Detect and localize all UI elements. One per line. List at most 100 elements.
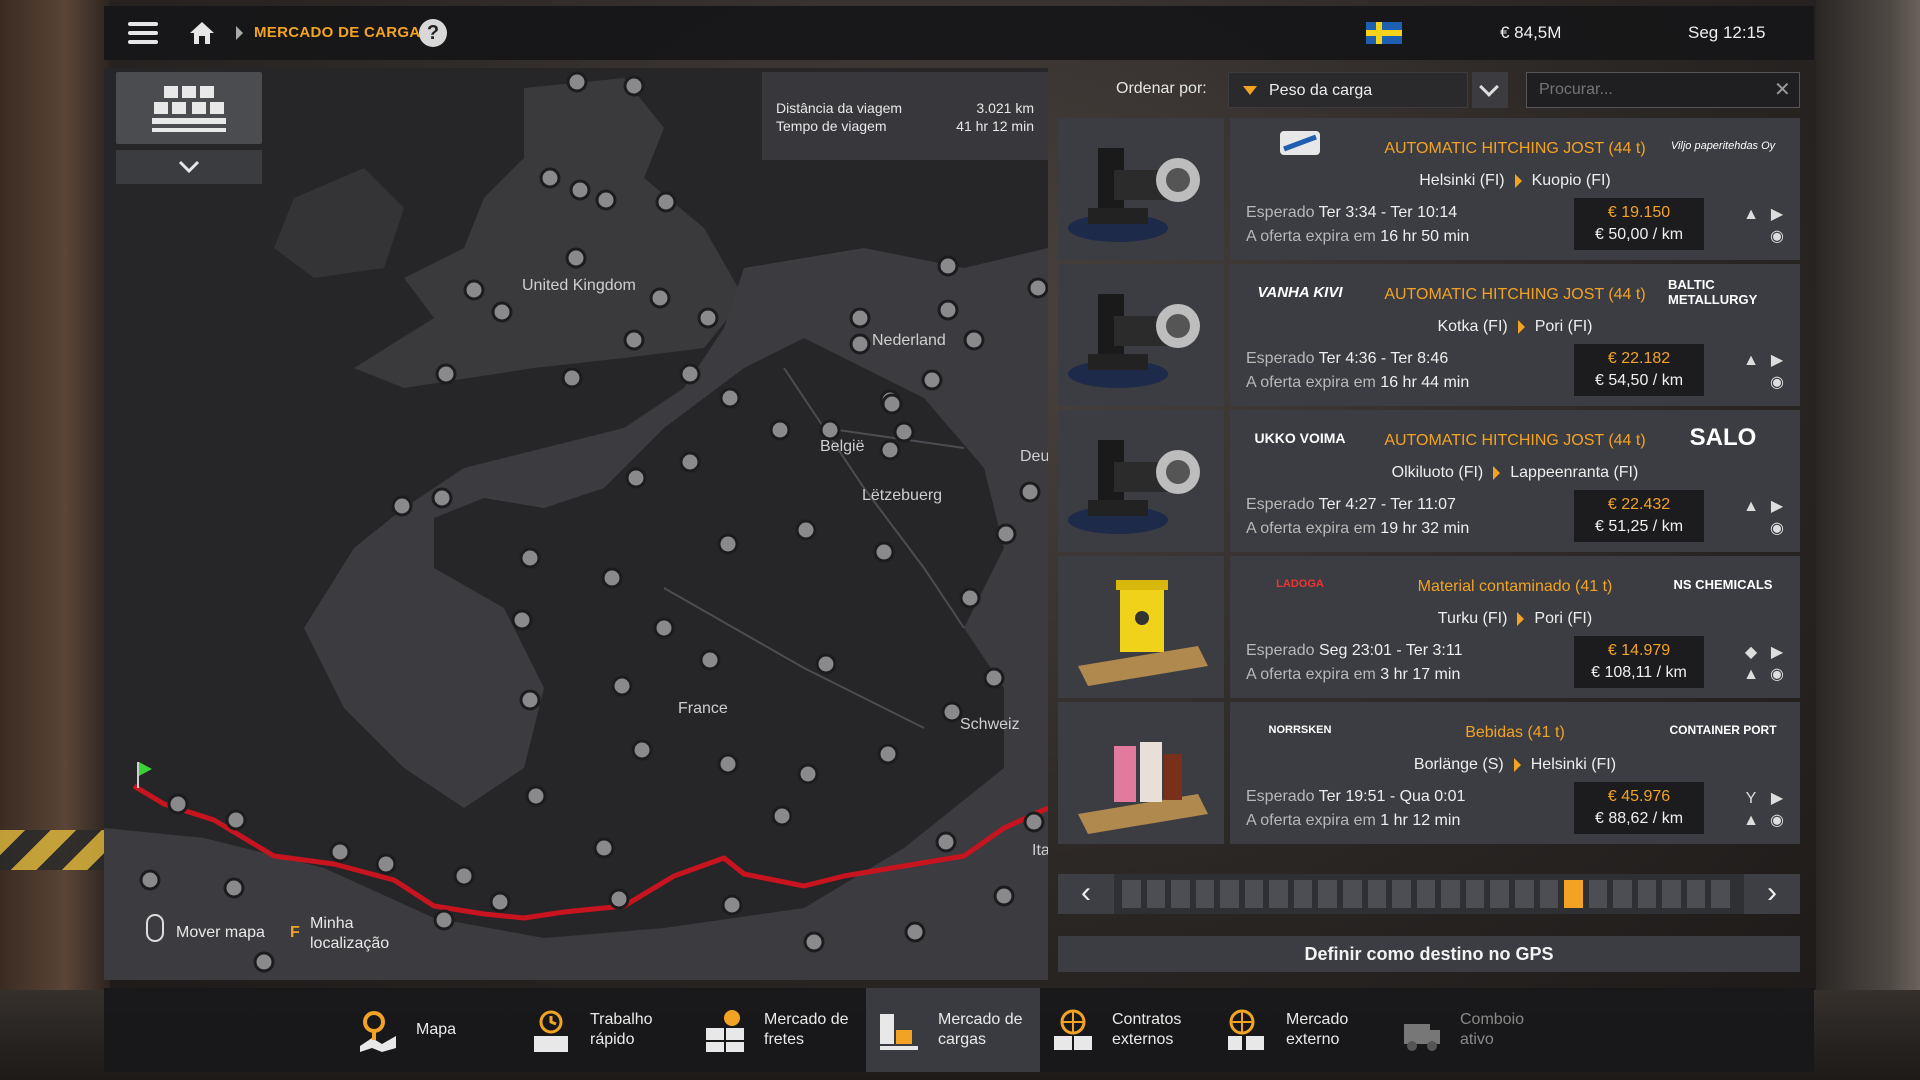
nav-label: Contratos externos (1112, 1011, 1182, 1048)
page-indicator[interactable] (1490, 880, 1509, 908)
page-indicator[interactable] (1662, 880, 1681, 908)
sort-dropdown[interactable]: Peso da carga (1228, 72, 1468, 108)
job-row[interactable]: LADOGA NS CHEMICALS Material contaminado… (1058, 556, 1800, 698)
route-type-icon: ▶ (1770, 352, 1784, 369)
route-type-icon: ▶ (1770, 790, 1784, 807)
hitch-coupling-icon (1058, 118, 1224, 260)
page-indicator[interactable] (1367, 880, 1387, 908)
page-indicator[interactable] (1416, 880, 1436, 908)
nav-external-market[interactable]: Mercado externo (1214, 988, 1388, 1072)
offer-value: 16 hr 44 min (1380, 374, 1470, 391)
route-origin: Kotka (FI) (1437, 318, 1508, 335)
origin-company-logo: NORRSKEN (1268, 724, 1332, 736)
expected-time: Esperado Seg 23:01 - Ter 3:11 (1246, 642, 1462, 660)
expected-time: Esperado Ter 4:27 - Ter 11:07 (1246, 496, 1456, 514)
hitch-coupling-icon (1058, 264, 1224, 406)
page-indicator[interactable] (1711, 880, 1730, 908)
payment-box: € 45.976 € 88,62 / km (1574, 782, 1704, 834)
search-input[interactable] (1526, 72, 1800, 108)
job-row[interactable]: UKKO VOIMA SALO AUTOMATIC HITCHING JOST … (1058, 410, 1800, 552)
job-card[interactable]: Viljo paperitehdas Oy AUTOMATIC HITCHING… (1230, 118, 1800, 260)
trip-time-label: Tempo de viagem (776, 118, 887, 134)
page-indicator[interactable] (1613, 880, 1632, 908)
job-card[interactable]: LADOGA NS CHEMICALS Material contaminado… (1230, 556, 1800, 698)
background-left (0, 0, 110, 1080)
page-indicator[interactable] (1588, 880, 1608, 908)
nav-convoy[interactable]: Comboio ativo (1388, 988, 1562, 1072)
sort-direction-icon (1243, 86, 1257, 95)
offer-label: A oferta expira em (1246, 228, 1376, 245)
price-per-km: € 51,25 / km (1594, 518, 1684, 535)
background-hazard-stripe (0, 830, 110, 870)
next-page-button[interactable]: › (1744, 874, 1800, 914)
page-indicator[interactable] (1122, 880, 1141, 908)
job-card[interactable]: UKKO VOIMA SALO AUTOMATIC HITCHING JOST … (1230, 410, 1800, 552)
nav-label: Trabalho rápido (590, 1011, 653, 1048)
set-gps-destination-button[interactable]: Definir como destino no GPS (1058, 936, 1800, 972)
page-indicator[interactable] (1244, 880, 1264, 908)
page-indicator[interactable] (1318, 880, 1338, 908)
job-card[interactable]: VANHA KIVI BALTIC METALLURGY AUTOMATIC H… (1230, 264, 1800, 406)
help-icon[interactable]: ? (419, 19, 447, 47)
payment-box: € 22.182 € 54,50 / km (1574, 344, 1704, 396)
chevron-down-icon (178, 160, 200, 174)
home-icon[interactable] (188, 20, 216, 46)
price-per-km: € 108,11 / km (1591, 664, 1687, 681)
page-indicator[interactable] (1637, 880, 1657, 908)
page-indicator[interactable] (1686, 880, 1706, 908)
page-indicator[interactable] (1392, 880, 1411, 908)
payment-box: € 22.432 € 51,25 / km (1574, 490, 1704, 542)
route: Borlänge (S) Helsinki (FI) (1230, 756, 1800, 774)
map-toggle-expand[interactable] (116, 150, 262, 184)
job-row[interactable]: Viljo paperitehdas Oy AUTOMATIC HITCHING… (1058, 118, 1800, 260)
page-indicator[interactable] (1539, 880, 1559, 908)
payment-box: € 14.979 € 108,11 / km (1574, 636, 1704, 688)
page-indicator[interactable] (1465, 880, 1485, 908)
page-indicator-current[interactable] (1564, 880, 1583, 908)
page-indicator[interactable] (1195, 880, 1215, 908)
my-location-button[interactable]: Minha localização (310, 914, 410, 954)
expected-label: Esperado (1246, 350, 1315, 367)
job-card[interactable]: NORRSKEN CONTAINER PORT Bebidas (41 t) B… (1230, 702, 1800, 844)
page-indicator[interactable] (1220, 880, 1239, 908)
price: € 45.976 (1607, 788, 1671, 805)
page-indicator[interactable] (1343, 880, 1362, 908)
cargo-image (1058, 118, 1224, 260)
prev-page-button[interactable]: ‹ (1058, 874, 1114, 914)
nav-cargo-market[interactable]: Mercado de cargas (866, 988, 1040, 1072)
trip-time-value: 41 hr 12 min (956, 118, 1034, 134)
hamburger-menu-icon[interactable] (128, 22, 158, 44)
offer-expiry: A oferta expira em 16 hr 44 min (1246, 374, 1469, 392)
nav-map[interactable]: Mapa (344, 988, 518, 1072)
external-contracts-icon (1054, 1009, 1092, 1050)
page-indicator[interactable] (1293, 880, 1313, 908)
page-indicator[interactable] (1171, 880, 1190, 908)
clear-search-icon[interactable]: ✕ (1774, 80, 1791, 100)
page-indicator[interactable] (1269, 880, 1288, 908)
cargo-image (1058, 702, 1224, 844)
price-per-km: € 54,50 / km (1594, 372, 1684, 389)
page-indicator[interactable] (1146, 880, 1166, 908)
offer-expiry: A oferta expira em 1 hr 12 min (1246, 812, 1460, 830)
page-indicator[interactable] (1441, 880, 1460, 908)
page-indicator[interactable] (1514, 880, 1534, 908)
nav-quick-job[interactable]: Trabalho rápido (518, 988, 692, 1072)
top-bar: MERCADO DE CARGAS ? € 84,5M Seg 12:15 (104, 6, 1814, 60)
nav-external-contracts[interactable]: Contratos externos (1040, 988, 1214, 1072)
nav-freight-market[interactable]: Mercado de fretes (692, 988, 866, 1072)
route-destination: Lappeenranta (FI) (1510, 464, 1639, 481)
job-row[interactable]: VANHA KIVI BALTIC METALLURGY AUTOMATIC H… (1058, 264, 1800, 406)
weight-icon: ▲ (1743, 498, 1759, 515)
offer-label: A oferta expira em (1246, 520, 1376, 537)
money-balance: € 84,5M (1500, 23, 1562, 42)
offer-value: 19 hr 32 min (1380, 520, 1470, 537)
offer-value: 3 hr 17 min (1380, 666, 1461, 683)
expected-value: Ter 4:36 - Ter 8:46 (1318, 350, 1449, 367)
cargo-name: AUTOMATIC HITCHING JOST (44 t) (1384, 432, 1646, 449)
map-view[interactable]: Distância da viagem 3.021 km Tempo de vi… (104, 68, 1048, 980)
route-arrow-icon (1517, 319, 1525, 334)
sort-dropdown-chevron-icon[interactable] (1472, 72, 1508, 108)
cargo-view-toggle[interactable] (116, 72, 262, 144)
map-label-deutschland: Deu (1020, 448, 1048, 465)
job-row[interactable]: NORRSKEN CONTAINER PORT Bebidas (41 t) B… (1058, 702, 1800, 844)
